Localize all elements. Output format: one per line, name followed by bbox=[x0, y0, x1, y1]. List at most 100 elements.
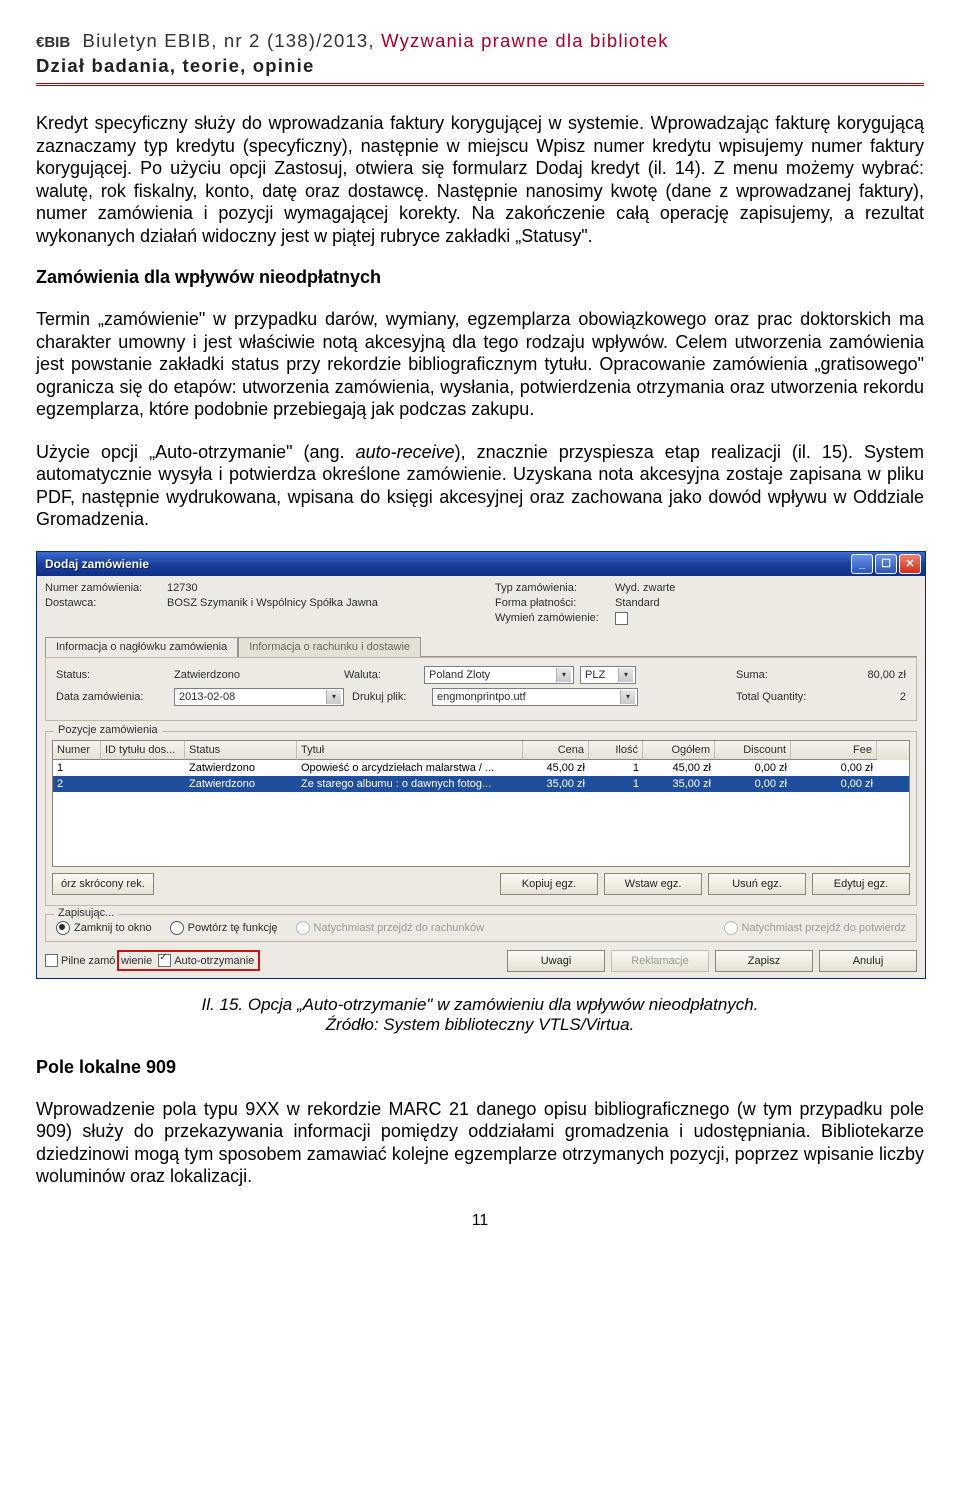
button-zapisz[interactable]: Zapisz bbox=[715, 950, 813, 972]
value-status: Zatwierdzono bbox=[174, 669, 344, 681]
button-edytuj-egz[interactable]: Edytuj egz. bbox=[812, 873, 910, 895]
label-pilne-partial: Pilne zamó bbox=[61, 955, 117, 967]
button-anuluj[interactable]: Anuluj bbox=[819, 950, 917, 972]
label-waluta: Waluta: bbox=[344, 669, 424, 681]
page-number: 11 bbox=[36, 1212, 924, 1230]
grid-row-selected[interactable]: 2 Zatwierdzono Ze starego albumu : o daw… bbox=[53, 776, 909, 792]
dialog-dodaj-zamowienie: Dodaj zamówienie _ ☐ ✕ Numer zamówienia:… bbox=[36, 551, 926, 979]
radio-label: Natychmiast przejdź do potwierdz bbox=[742, 921, 906, 933]
label-auto-otrzymanie: Auto-otrzymanie bbox=[174, 955, 254, 967]
cell-id bbox=[101, 760, 185, 776]
legend-zapisujac: Zapisując... bbox=[54, 907, 118, 919]
highlight-auto-otrzymanie: wienie ✓ Auto-otrzymanie bbox=[117, 950, 260, 971]
value-drukuj-plik: engmonprintpo.utf bbox=[437, 691, 526, 703]
value-dostawca: BOSZ Szymanik i Wspólnicy Spółka Jawna bbox=[167, 597, 378, 609]
checkbox-wymien[interactable] bbox=[615, 612, 628, 625]
grid-row[interactable]: 1 Zatwierdzono Opowieść o arcydziełach m… bbox=[53, 760, 909, 776]
cell-ilosc: 1 bbox=[589, 760, 643, 776]
cell-cena: 45,00 zł bbox=[523, 760, 589, 776]
select-waluta-code[interactable]: PLZ ▾ bbox=[580, 666, 636, 684]
radio-zamknij-okno[interactable]: Zamknij to okno bbox=[56, 921, 152, 935]
value-suma: 80,00 zł bbox=[846, 669, 906, 681]
cell-tytul: Opowieść o arcydziełach malarstwa / ... bbox=[297, 760, 523, 776]
figure-caption: Il. 15. Opcja „Auto-otrzymanie" w zamówi… bbox=[36, 995, 924, 1035]
radio-icon bbox=[56, 921, 70, 935]
paragraph-3a: Użycie opcji „Auto-otrzymanie" (ang. bbox=[36, 442, 356, 462]
heading-pole-909: Pole lokalne 909 bbox=[36, 1057, 924, 1078]
select-data[interactable]: 2013-02-08 ▾ bbox=[174, 688, 344, 706]
fieldset-zapisujac: Zapisując... Zamknij to okno Powtórz tę … bbox=[45, 914, 917, 942]
label-numer-zamowienia: Numer zamówienia: bbox=[45, 582, 167, 594]
select-drukuj-plik[interactable]: engmonprintpo.utf ▾ bbox=[432, 688, 638, 706]
radio-powtorz-funkcje[interactable]: Powtórz tę funkcję bbox=[170, 921, 278, 935]
col-ilosc[interactable]: Ilość bbox=[589, 741, 643, 760]
paragraph-3: Użycie opcji „Auto-otrzymanie" (ang. aut… bbox=[36, 441, 924, 531]
select-waluta-code-text: PLZ bbox=[585, 669, 605, 681]
select-waluta[interactable]: Poland Zloty ▾ bbox=[424, 666, 574, 684]
button-skrocony-rekord[interactable]: órz skrócony rek. bbox=[52, 873, 154, 895]
radio-label: Powtórz tę funkcję bbox=[188, 921, 278, 933]
col-ogolem[interactable]: Ogółem bbox=[643, 741, 715, 760]
page-header: €BIB Biuletyn EBIB, nr 2 (138)/2013, Wyz… bbox=[36, 30, 924, 86]
value-numer-zamowienia: 12730 bbox=[167, 582, 198, 594]
tab-naglowek[interactable]: Informacja o nagłówku zamówienia bbox=[45, 637, 238, 657]
radio-icon bbox=[724, 921, 738, 935]
col-discount[interactable]: Discount bbox=[715, 741, 791, 760]
button-wstaw-egz[interactable]: Wstaw egz. bbox=[604, 873, 702, 895]
paragraph-1: Kredyt specyficzny służy do wprowadzania… bbox=[36, 112, 924, 247]
journal-issue: Biuletyn EBIB, nr 2 (138)/2013, bbox=[83, 30, 382, 51]
window-title: Dodaj zamówienie bbox=[45, 557, 851, 571]
cell-fee: 0,00 zł bbox=[791, 760, 877, 776]
cell-ilosc: 1 bbox=[589, 776, 643, 792]
logo-text: €BIB bbox=[36, 34, 70, 51]
cell-ogolem: 45,00 zł bbox=[643, 760, 715, 776]
titlebar[interactable]: Dodaj zamówienie _ ☐ ✕ bbox=[37, 552, 925, 576]
cell-discount: 0,00 zł bbox=[715, 760, 791, 776]
label-pilne-tail: wienie bbox=[121, 955, 152, 967]
value-data: 2013-02-08 bbox=[179, 691, 235, 703]
radio-label: Natychmiast przejdź do rachunków bbox=[314, 921, 485, 933]
grid-header-row: Numer ID tytułu dos... Status Tytuł Cena… bbox=[53, 741, 909, 760]
button-uwagi[interactable]: Uwagi bbox=[507, 950, 605, 972]
col-tytul[interactable]: Tytuł bbox=[297, 741, 523, 760]
radio-przejdz-rachunki: Natychmiast przejdź do rachunków bbox=[296, 921, 485, 935]
col-status[interactable]: Status bbox=[185, 741, 297, 760]
grid-empty-area bbox=[53, 792, 909, 866]
col-id[interactable]: ID tytułu dos... bbox=[101, 741, 185, 760]
value-total-quantity: 2 bbox=[846, 691, 906, 703]
checkbox-auto-otrzymanie[interactable]: ✓ Auto-otrzymanie bbox=[158, 954, 254, 967]
value-forma-platnosci: Standard bbox=[615, 597, 660, 609]
button-usun-egz[interactable]: Usuń egz. bbox=[708, 873, 806, 895]
col-fee[interactable]: Fee bbox=[791, 741, 877, 760]
checkbox-icon-checked: ✓ bbox=[158, 954, 171, 967]
button-kopiuj-egz[interactable]: Kopiuj egz. bbox=[500, 873, 598, 895]
col-numer[interactable]: Numer bbox=[53, 741, 101, 760]
label-total-quantity: Total Quantity: bbox=[736, 691, 846, 703]
checkbox-pilne-zamowienie[interactable]: Pilne zamó bbox=[45, 954, 117, 967]
maximize-button[interactable]: ☐ bbox=[875, 554, 897, 574]
cell-discount: 0,00 zł bbox=[715, 776, 791, 792]
minimize-button[interactable]: _ bbox=[851, 554, 873, 574]
grid-pozycje: Numer ID tytułu dos... Status Tytuł Cena… bbox=[52, 740, 910, 867]
close-button[interactable]: ✕ bbox=[899, 554, 921, 574]
chevron-down-icon: ▾ bbox=[326, 690, 341, 704]
section-name: Dział badania, teorie, opinie bbox=[36, 55, 924, 77]
label-forma-platnosci: Forma płatności: bbox=[495, 597, 615, 609]
label-suma: Suma: bbox=[736, 669, 846, 681]
journal-theme: Wyzwania prawne dla bibliotek bbox=[381, 30, 669, 51]
button-reklamacje: Reklamacje bbox=[611, 950, 709, 972]
label-typ-zamowienia: Typ zamówienia: bbox=[495, 582, 615, 594]
auto-receive-term: auto-receive bbox=[356, 442, 455, 462]
value-typ-zamowienia: Wyd. zwarte bbox=[615, 582, 675, 594]
cell-fee: 0,00 zł bbox=[791, 776, 877, 792]
cell-id bbox=[101, 776, 185, 792]
cell-status: Zatwierdzono bbox=[185, 760, 297, 776]
figure-caption-line1: Il. 15. Opcja „Auto-otrzymanie" w zamówi… bbox=[202, 995, 759, 1014]
radio-icon bbox=[296, 921, 310, 935]
col-cena[interactable]: Cena bbox=[523, 741, 589, 760]
checkbox-icon bbox=[45, 954, 58, 967]
label-dostawca: Dostawca: bbox=[45, 597, 167, 609]
cell-tytul: Ze starego albumu : o dawnych fotog... bbox=[297, 776, 523, 792]
paragraph-4: Wprowadzenie pola typu 9XX w rekordzie M… bbox=[36, 1098, 924, 1188]
tab-rachunek-dostawa[interactable]: Informacja o rachunku i dostawie bbox=[238, 637, 421, 657]
